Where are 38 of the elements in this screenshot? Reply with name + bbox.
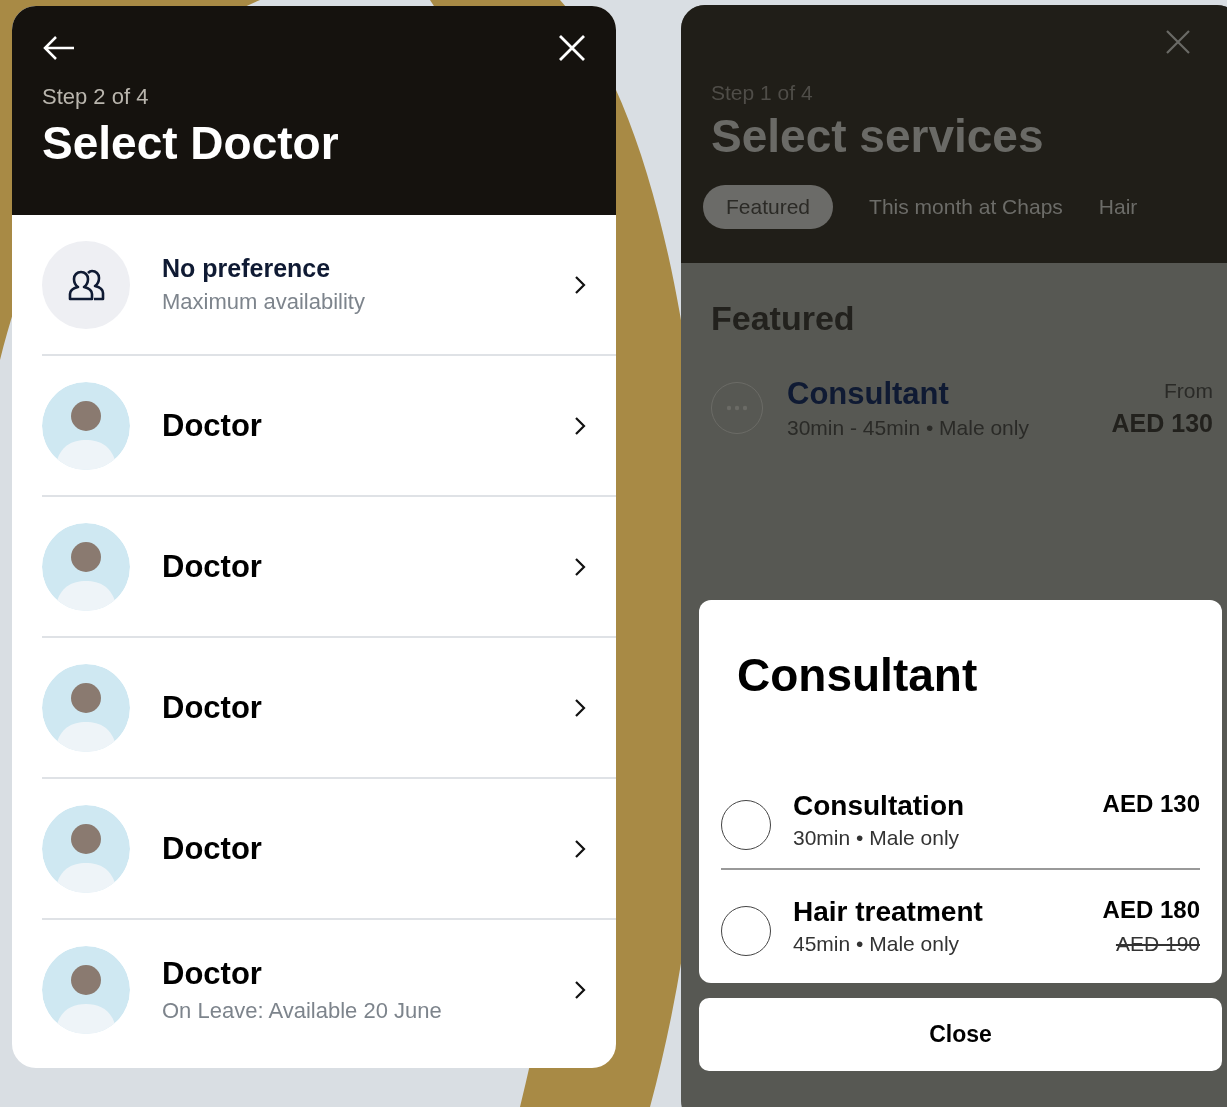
chevron-icon — [574, 838, 586, 859]
chevron-icon — [574, 274, 586, 295]
doctor-name: Doctor — [162, 407, 263, 444]
chevron-icon — [574, 415, 586, 436]
step-indicator: Step 2 of 4 — [42, 84, 150, 110]
option-details: 45min • Male only — [793, 932, 961, 956]
doctor-name: Doctor — [162, 830, 263, 867]
service-price: AED 130 — [1111, 408, 1213, 438]
doctor-row[interactable]: No preference Maximum availability — [42, 215, 616, 356]
panel-title: Select services — [711, 109, 1045, 163]
back-arrow-icon[interactable] — [42, 35, 76, 61]
option-price: AED 180 — [1102, 896, 1200, 924]
dialog-title: Consultant — [737, 648, 979, 702]
close-button[interactable]: Close — [699, 998, 1222, 1071]
doctor-name: Doctor — [162, 955, 263, 992]
doctor-name: Doctor — [162, 689, 263, 726]
chevron-icon — [574, 556, 586, 577]
original-price: AED 190 — [1114, 932, 1200, 956]
panel-title: Select Doctor — [42, 116, 340, 170]
service-name: Consultant — [787, 376, 950, 412]
doctor-row[interactable]: Doctor — [42, 638, 616, 779]
chevron-icon — [574, 979, 586, 1000]
doctor-row[interactable]: Doctor On Leave: Available 20 June — [42, 920, 616, 1059]
chevron-icon — [574, 697, 586, 718]
doctor-row[interactable]: Doctor — [42, 779, 616, 920]
option-price: AED 130 — [1102, 790, 1200, 818]
doctor-name: No preference — [162, 254, 332, 283]
availability-note: On Leave: Available 20 June — [162, 997, 443, 1024]
option-name: Consultation — [793, 790, 966, 822]
doctor-row[interactable]: Doctor — [42, 356, 616, 497]
doctor-name: Doctor — [162, 548, 263, 585]
option-details: 30min • Male only — [793, 826, 961, 850]
availability-note: Maximum availability — [162, 289, 366, 315]
radio-button[interactable] — [721, 906, 771, 956]
section-heading: Featured — [711, 299, 856, 338]
radio-button[interactable] — [721, 800, 771, 850]
option-name: Hair treatment — [793, 896, 984, 928]
doctor-row[interactable]: Doctor — [42, 497, 616, 638]
